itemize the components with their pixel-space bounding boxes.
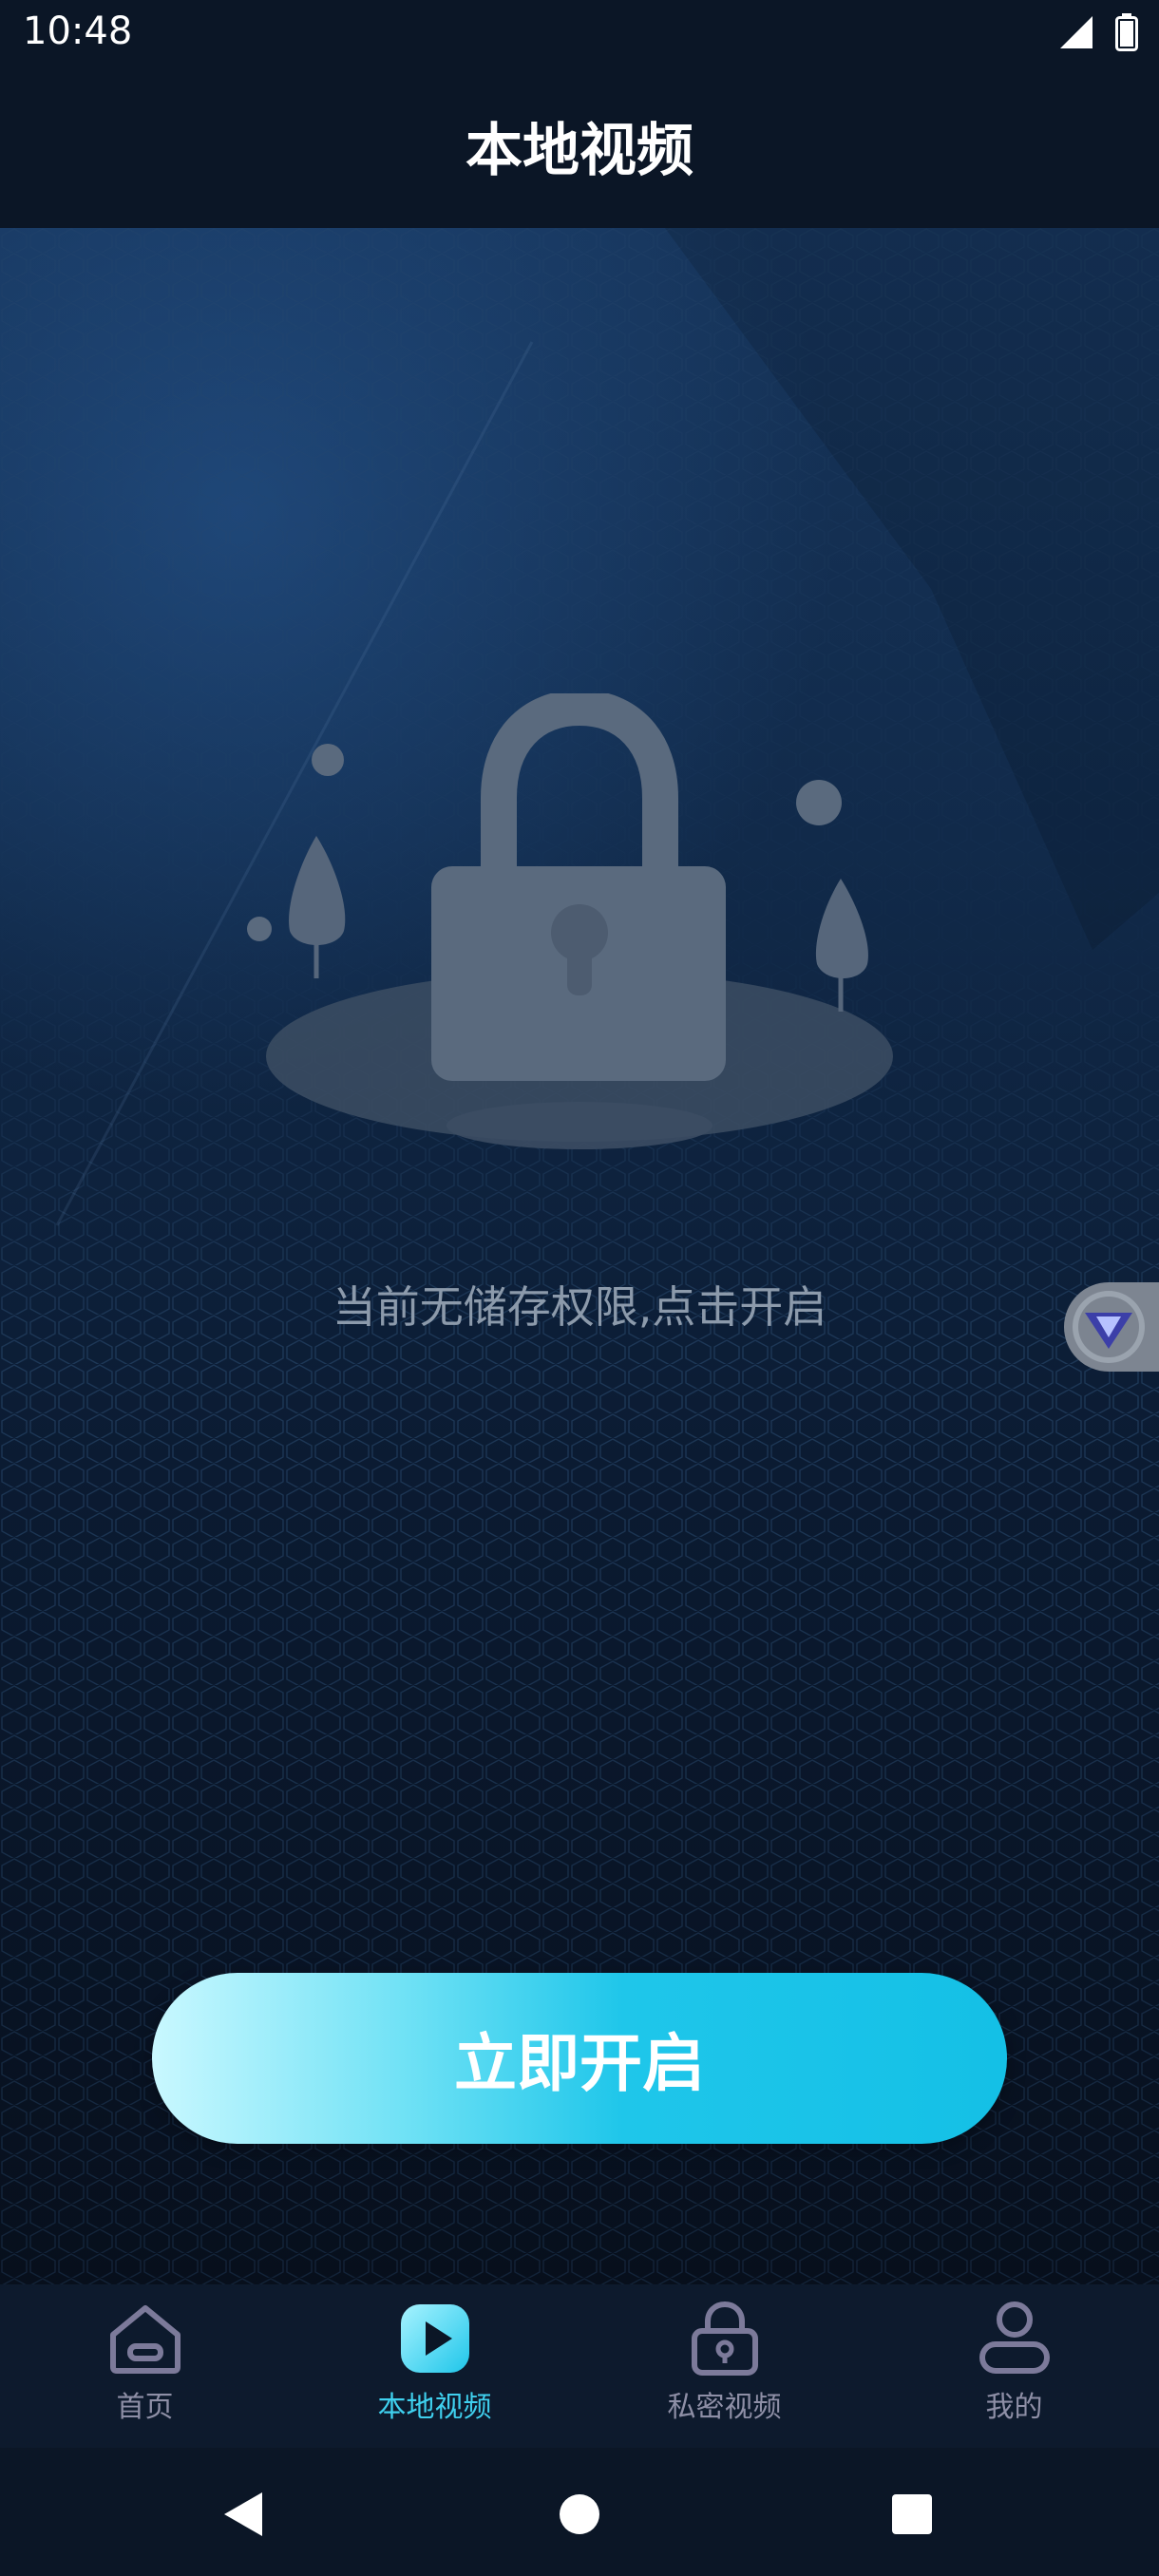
battery-icon [1115, 13, 1138, 51]
home-button[interactable] [546, 2486, 613, 2543]
empty-state-message: 当前无储存权限,点击开启 [332, 1281, 827, 1333]
floating-badge[interactable] [1064, 1282, 1159, 1372]
app-header: 本地视频 [0, 68, 1159, 228]
enable-permission-button[interactable]: 立即开启 [152, 1973, 1007, 2144]
play-icon [400, 2304, 469, 2373]
main-content: 当前无储存权限,点击开启 立即开启 [0, 228, 1159, 2284]
home-circle-icon [560, 2494, 599, 2534]
status-time: 10:48 [23, 9, 133, 53]
tab-home-label: 首页 [116, 2391, 174, 2424]
status-bar: 10:48 [0, 0, 1159, 68]
system-nav-bar [0, 2448, 1159, 2576]
tab-home[interactable]: 首页 [0, 2298, 290, 2440]
home-icon [109, 2305, 180, 2374]
tab-local-video-label: 本地视频 [377, 2391, 492, 2424]
signal-icon [1060, 16, 1092, 48]
tab-mine[interactable]: 我的 [869, 2298, 1159, 2440]
tab-private-video-label: 私密视频 [667, 2391, 782, 2424]
bottom-tab-bar: 首页 本地视频 私密视频 我的 [0, 2284, 1159, 2448]
recents-button[interactable] [879, 2486, 945, 2543]
user-icon [978, 2301, 1050, 2374]
tab-local-video[interactable]: 本地视频 [290, 2298, 580, 2440]
page-title: 本地视频 [466, 118, 694, 184]
back-button[interactable] [209, 2486, 276, 2543]
status-icons [1058, 13, 1138, 51]
tab-private-video[interactable]: 私密视频 [580, 2298, 869, 2440]
lock-icon [691, 2301, 758, 2376]
back-icon [224, 2492, 262, 2536]
tab-mine-label: 我的 [985, 2391, 1043, 2424]
recents-icon [892, 2494, 932, 2534]
v-logo-icon [1073, 1291, 1145, 1363]
